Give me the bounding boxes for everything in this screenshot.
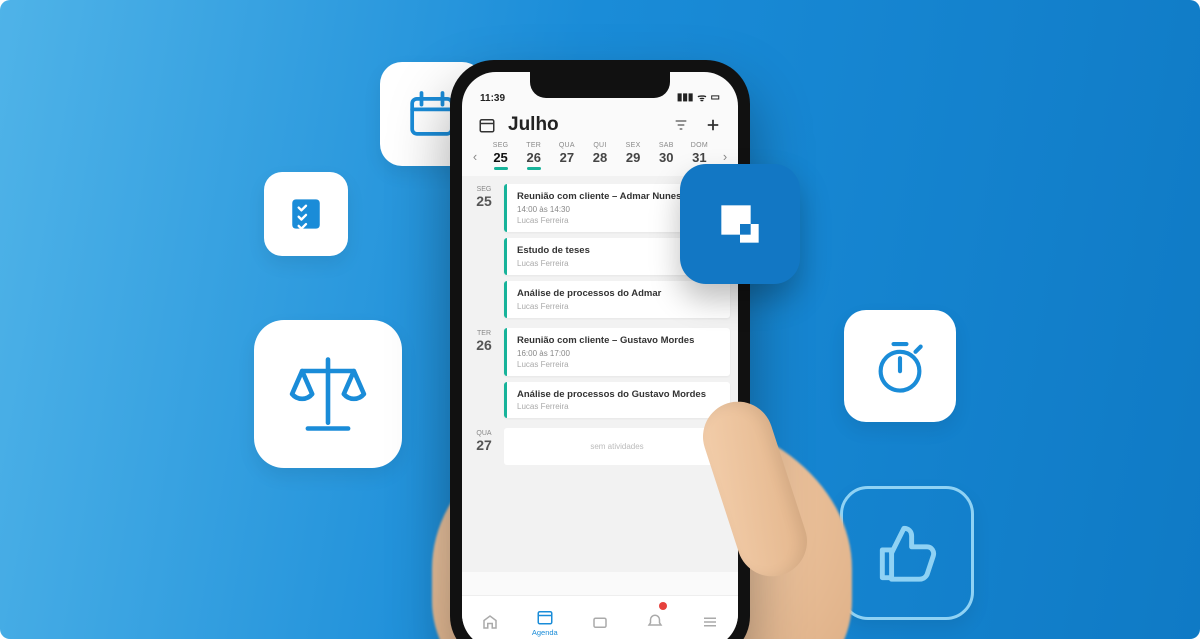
weekday-label: SAB: [650, 142, 683, 149]
weekday-number: 28: [583, 150, 616, 165]
wifi-icon: ᯤ: [697, 90, 706, 104]
promo-stage: 11:39 ▮▮▮ ᯤ ▭ Julho: [0, 0, 1200, 639]
calendar-toggle-icon[interactable]: [476, 114, 498, 136]
month-title: Julho: [508, 114, 660, 136]
cards-column: Reunião com cliente – Gustavo Mordes 16:…: [504, 328, 730, 419]
agenda-icon: [536, 608, 554, 626]
date-num: 27: [470, 437, 498, 453]
phone-frame: 11:39 ▮▮▮ ᯤ ▭ Julho: [450, 60, 750, 639]
day-group-26: TER 26 Reunião com cliente – Gustavo Mor…: [462, 320, 738, 421]
tab-cases[interactable]: [572, 596, 627, 639]
tab-bar: Agenda: [462, 595, 738, 639]
weekday-label: QUA: [550, 142, 583, 149]
tab-menu[interactable]: [683, 596, 738, 639]
agenda-card[interactable]: Análise de processos do Admar Lucas Ferr…: [504, 281, 730, 318]
tab-label: Agenda: [532, 628, 558, 637]
weekday-indicator: [560, 167, 574, 170]
date-num: 25: [470, 193, 498, 209]
app-header: Julho: [462, 106, 738, 140]
weekday-label: SEG: [484, 142, 517, 149]
card-owner: Lucas Ferreira: [517, 302, 720, 311]
day-group-27: QUA 27 sem atividades: [462, 420, 738, 467]
card-title: Análise de processos do Gustavo Mordes: [517, 389, 720, 401]
cards-column: sem atividades: [504, 428, 730, 465]
weekday-indicator: [593, 167, 607, 170]
weekday-indicator: [659, 167, 673, 170]
weekday-label: SEX: [617, 142, 650, 149]
weekday-29[interactable]: SEX 29: [617, 142, 650, 170]
card-time: 16:00 às 17:00: [517, 349, 720, 358]
tile-thumbsup: [840, 486, 974, 620]
weekday-number: 26: [517, 150, 550, 165]
notification-badge: [659, 602, 667, 610]
weekday-indicator: [494, 167, 508, 170]
phone-screen: 11:39 ▮▮▮ ᯤ ▭ Julho: [462, 72, 738, 639]
weekday-label: TER: [517, 142, 550, 149]
battery-icon: ▭: [711, 92, 720, 103]
weekday-27[interactable]: QUA 27: [550, 142, 583, 170]
thumbs-up-icon: [870, 516, 944, 590]
weekday-label: DOM: [683, 142, 716, 149]
date-column: SEG 25: [470, 184, 498, 318]
date-column: QUA 27: [470, 428, 498, 465]
checklist-icon: [284, 192, 328, 236]
card-title: Análise de processos do Admar: [517, 288, 720, 300]
date-column: TER 26: [470, 328, 498, 419]
date-num: 26: [470, 337, 498, 353]
tab-agenda[interactable]: Agenda: [517, 596, 572, 639]
brand-app-icon: [680, 164, 800, 284]
phone-notch: [530, 72, 670, 98]
week-prev[interactable]: ‹: [466, 149, 484, 164]
weekday-indicator: [626, 167, 640, 170]
date-dow: SEG: [470, 186, 498, 193]
home-icon: [481, 613, 499, 631]
signal-icon: ▮▮▮: [677, 92, 694, 103]
card-title: Reunião com cliente – Gustavo Mordes: [517, 335, 720, 347]
weekday-30[interactable]: SAB 30: [650, 142, 683, 170]
tab-home[interactable]: [462, 596, 517, 639]
weekday-indicator: [527, 167, 541, 170]
card-owner: Lucas Ferreira: [517, 360, 720, 369]
weekday-number: 27: [550, 150, 583, 165]
weekday-label: QUI: [583, 142, 616, 149]
tile-timer: [844, 310, 956, 422]
cases-icon: [591, 613, 609, 631]
status-time: 11:39: [480, 93, 505, 104]
add-button[interactable]: [702, 114, 724, 136]
tile-checklist: [264, 172, 348, 256]
status-right: ▮▮▮ ᯤ ▭: [677, 90, 720, 104]
weekday-number: 30: [650, 150, 683, 165]
scales-icon: [282, 348, 374, 440]
weekday-number: 25: [484, 150, 517, 165]
weekday-28[interactable]: QUI 28: [583, 142, 616, 170]
menu-icon: [701, 613, 719, 631]
weekday-number: 29: [617, 150, 650, 165]
alerts-icon: [646, 613, 664, 631]
tile-justice: [254, 320, 402, 468]
agenda-card[interactable]: Reunião com cliente – Gustavo Mordes 16:…: [504, 328, 730, 376]
week-next[interactable]: ›: [716, 149, 734, 164]
weekday-number: 31: [683, 150, 716, 165]
weekday-26[interactable]: TER 26: [517, 142, 550, 170]
brand-logo-icon: [708, 192, 772, 256]
stopwatch-icon: [869, 335, 931, 397]
tab-alerts[interactable]: [628, 596, 683, 639]
empty-day: sem atividades: [504, 428, 730, 465]
date-dow: TER: [470, 330, 498, 337]
filter-button[interactable]: [670, 114, 692, 136]
weekday-25[interactable]: SEG 25: [484, 142, 517, 170]
agenda-card[interactable]: Análise de processos do Gustavo Mordes L…: [504, 382, 730, 419]
date-dow: QUA: [470, 430, 498, 437]
card-owner: Lucas Ferreira: [517, 402, 720, 411]
